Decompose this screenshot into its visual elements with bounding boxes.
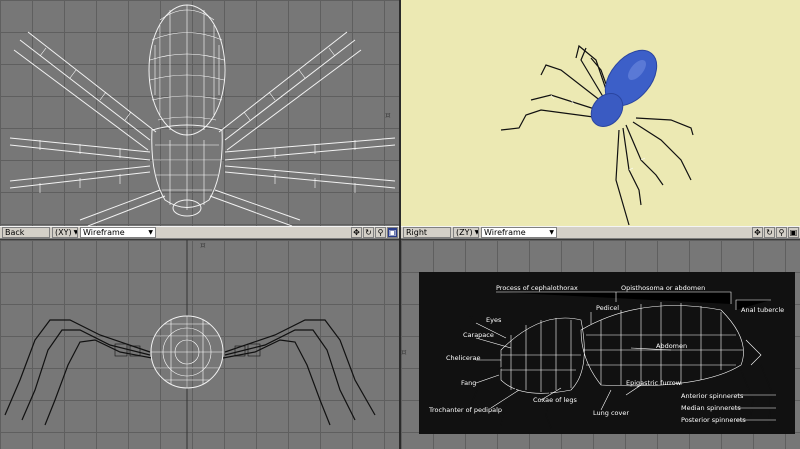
viewport-perspective[interactable] (401, 0, 800, 226)
view-label: Right (406, 228, 428, 237)
top-cephalothorax (151, 124, 223, 217)
back-body (150, 315, 224, 389)
spider-wireframe-back: ¤ (4, 240, 376, 449)
ref-label-eyes: Eyes (486, 316, 502, 324)
zoom-icon[interactable]: ⚲ (375, 227, 386, 238)
render-mode-label: Wireframe (484, 228, 526, 237)
ref-label-coxae: Coxae of legs (533, 396, 577, 404)
move-icon[interactable]: ✥ (752, 227, 763, 238)
ref-label-epigastric: Epigastric furrow (626, 379, 682, 387)
ref-label-lung-cover: Lung cover (593, 409, 629, 417)
viewport-top[interactable]: ¤ (0, 0, 399, 226)
ref-label-trochanter: Trochanter of pedipalp (428, 406, 502, 414)
render-mode-dropdown-right[interactable]: Wireframe ▼ (481, 227, 557, 238)
viewport-back[interactable]: ¤ (0, 240, 399, 449)
view-label: Back (5, 228, 25, 237)
viewport-right[interactable]: ¤ Process of cephalothorax Opisthosoma o… (401, 240, 800, 449)
maximize-icon[interactable]: ▣ (788, 227, 799, 238)
ref-label-chelicerae: Chelicerae (446, 354, 481, 362)
view-dropdown-back[interactable]: Back (2, 227, 50, 238)
chevron-down-icon: ▼ (73, 229, 78, 236)
svg-text:¤: ¤ (200, 241, 206, 251)
top-leg-segments (39, 47, 356, 193)
ref-label-carapace: Carapace (463, 331, 494, 339)
chevron-down-icon: ▼ (549, 229, 554, 236)
ref-label-median-spinnerets: Median spinnerets (681, 404, 741, 412)
svg-text:¤: ¤ (385, 111, 391, 121)
spider-wireframe-top: ¤ (9, 4, 396, 226)
chevron-down-icon: ▼ (474, 229, 479, 236)
rotate-icon[interactable]: ↻ (764, 227, 775, 238)
ref-label-anterior-spinnerets: Anterior spinnerets (681, 392, 744, 400)
axis-label: (XY) (55, 228, 72, 237)
spider-wireframe-right: ¤ Process of cephalothorax Opisthosoma o… (401, 272, 795, 434)
ref-label-abdomen: Abdomen (656, 342, 687, 350)
ref-label-process: Process of cephalothorax (496, 284, 578, 292)
reference-backdrop: Process of cephalothorax Opisthosoma or … (419, 272, 795, 434)
ref-label-pedicel: Pedicel (596, 304, 619, 312)
maximize-icon[interactable]: ▣ (387, 227, 398, 238)
top-abdomen (148, 4, 226, 136)
viewport-toolbar-right: Right (ZY) ▼ Wireframe ▼ ✥ ↻ ⚲ ▣ (401, 226, 800, 239)
zoom-icon[interactable]: ⚲ (776, 227, 787, 238)
viewport-toolbar-back: Back (XY) ▼ Wireframe ▼ ✥ ↻ ⚲ ▣ (0, 226, 399, 239)
render-mode-dropdown-back[interactable]: Wireframe ▼ (80, 227, 156, 238)
move-icon[interactable]: ✥ (351, 227, 362, 238)
axis-dropdown-back[interactable]: (XY) ▼ (52, 227, 78, 238)
perspective-legs (500, 44, 694, 226)
chevron-down-icon: ▼ (148, 229, 153, 236)
svg-text:¤: ¤ (401, 348, 407, 358)
spider-perspective (500, 44, 694, 226)
render-mode-label: Wireframe (83, 228, 125, 237)
ref-label-opisthosoma: Opisthosoma or abdomen (621, 284, 705, 292)
ref-label-anal-tubercle: Anal tubercle (741, 306, 784, 314)
view-dropdown-right[interactable]: Right (403, 227, 451, 238)
axis-dropdown-right[interactable]: (ZY) ▼ (453, 227, 479, 238)
ref-label-fang: Fang (461, 379, 476, 387)
axis-label: (ZY) (456, 228, 473, 237)
ref-label-posterior-spinnerets: Posterior spinnerets (681, 416, 746, 424)
rotate-icon[interactable]: ↻ (363, 227, 374, 238)
